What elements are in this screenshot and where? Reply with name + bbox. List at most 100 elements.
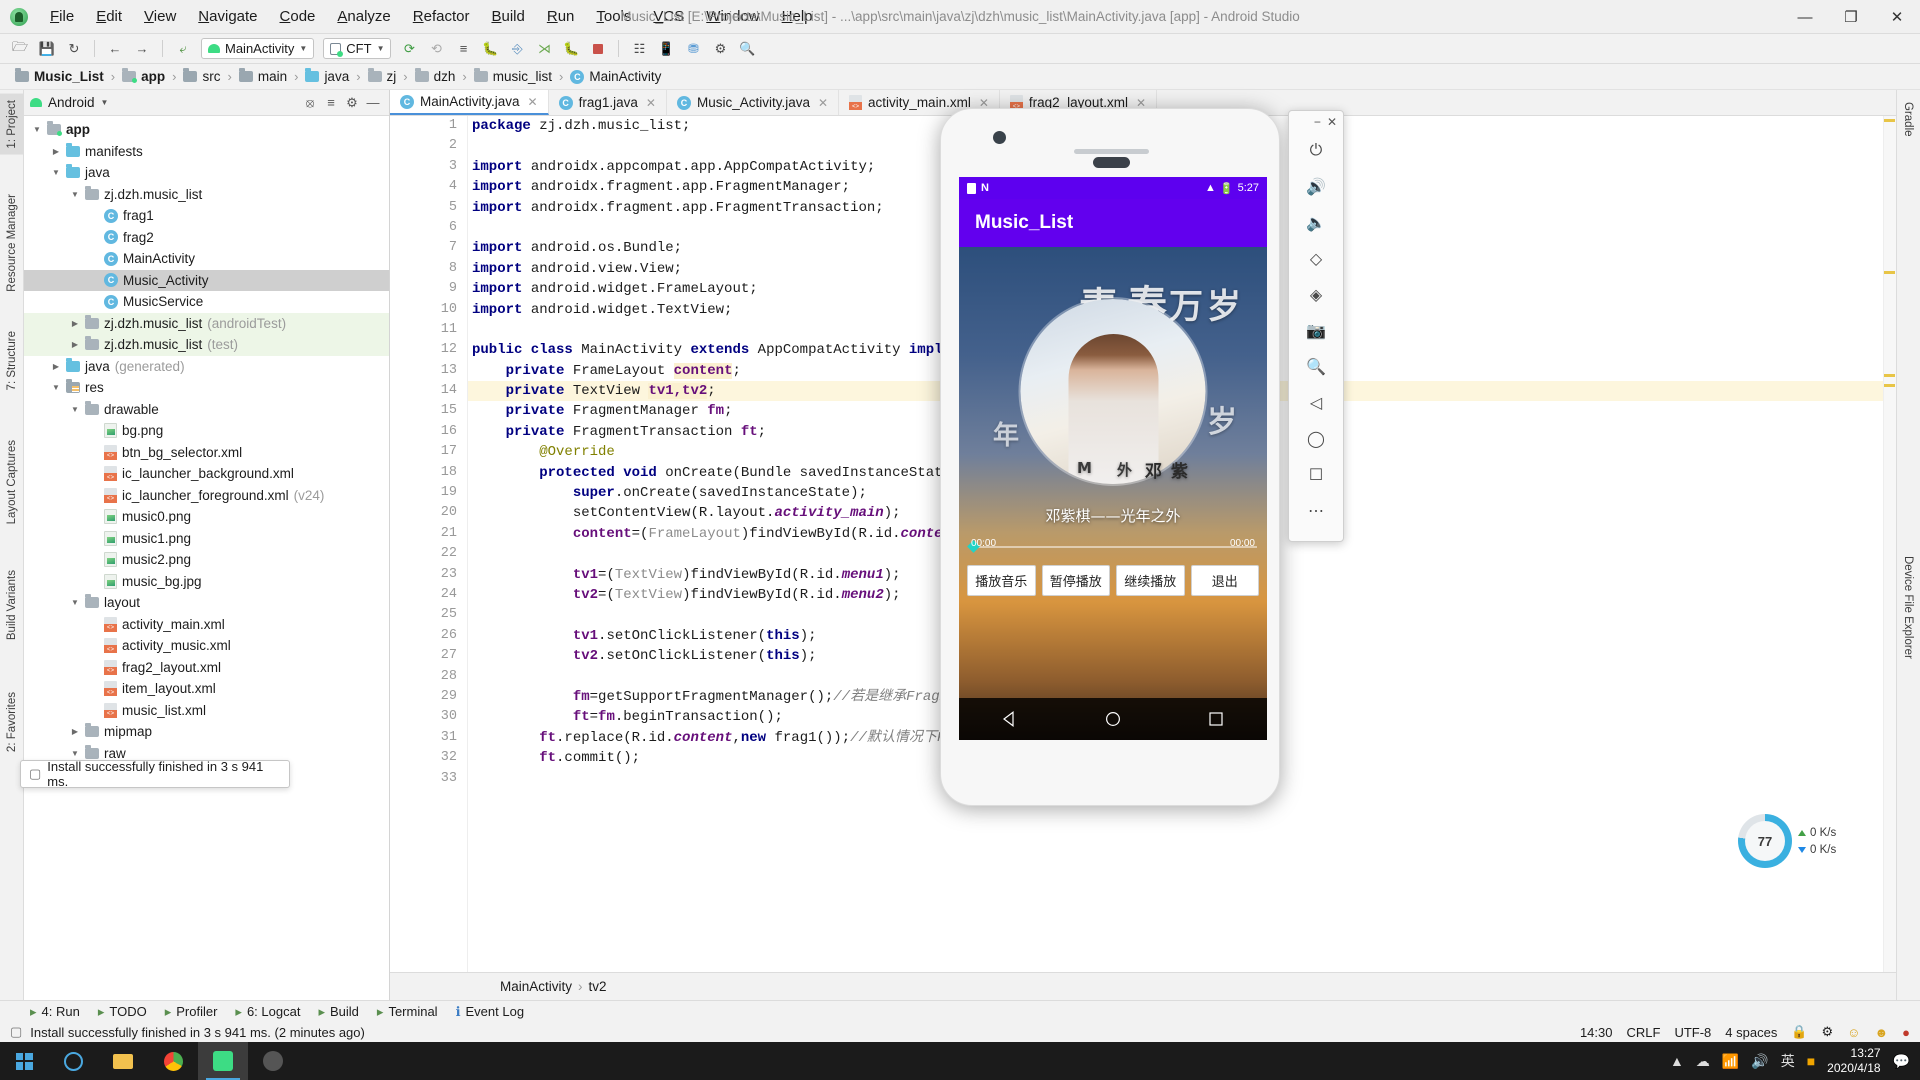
save-icon[interactable]: 💾 [35, 38, 59, 60]
tool-window-build[interactable]: ▸ Build [318, 1004, 358, 1020]
avd-manager-icon[interactable]: 📱 [654, 38, 678, 60]
back-icon[interactable]: ← [103, 38, 127, 60]
expand-arrow-icon[interactable]: ▼ [70, 598, 80, 607]
tree-node[interactable]: music_bg.jpg [24, 571, 389, 593]
chevron-down-icon[interactable]: ▼ [101, 98, 109, 107]
home-icon[interactable] [1104, 710, 1122, 728]
forward-icon[interactable]: → [130, 38, 154, 60]
menu-item-run[interactable]: Run [537, 4, 585, 29]
tool-window-logcat[interactable]: ▸ 6: Logcat [235, 1004, 300, 1020]
breadcrumb-item-mainactivity[interactable]: C MainActivity [567, 68, 664, 85]
emulator-close-button[interactable]: ✕ [1327, 115, 1337, 129]
rotate-right-icon[interactable]: ◈ [1298, 277, 1334, 313]
maximize-button[interactable]: ❐ [1828, 0, 1874, 34]
home-icon[interactable]: ◯ [1298, 421, 1334, 457]
expand-arrow-icon[interactable]: ▼ [70, 190, 80, 199]
expand-arrow-icon[interactable]: ▶ [51, 362, 61, 371]
settings-icon[interactable]: ⚙ [342, 93, 362, 113]
search-icon[interactable]: 🔍 [735, 38, 759, 60]
file-encoding[interactable]: UTF-8 [1674, 1025, 1711, 1040]
tree-node[interactable]: ▼ java [24, 162, 389, 184]
chevron-up-icon[interactable]: ▲ [1670, 1053, 1684, 1069]
menu-item-tools[interactable]: Tools [586, 4, 641, 29]
minimize-button[interactable]: — [1782, 0, 1828, 34]
face-icon[interactable]: ☻ [1874, 1025, 1888, 1040]
tool-strip-layoutcaptures[interactable]: Layout Captures [0, 434, 24, 530]
error-icon[interactable]: ● [1902, 1025, 1910, 1040]
expand-arrow-icon[interactable]: ▼ [51, 383, 61, 392]
menu-item-file[interactable]: File [40, 4, 84, 29]
breadcrumb-item-java[interactable]: java [302, 68, 352, 85]
tree-node[interactable]: ▶ java (generated) [24, 356, 389, 378]
tree-node[interactable]: music_list.xml [24, 700, 389, 722]
tree-node[interactable]: bg.png [24, 420, 389, 442]
editor-tab-mainactivity-java[interactable]: C MainActivity.java ✕ [390, 90, 549, 115]
emulator-minimize-button[interactable]: − [1314, 115, 1321, 129]
locate-icon[interactable]: ⦻ [300, 93, 320, 113]
seek-bar[interactable]: 00:00 00:00 [967, 538, 1257, 554]
tree-node[interactable]: ▼ zj.dzh.music_list [24, 184, 389, 206]
breadcrumb-item-music_list[interactable]: music_list [471, 68, 555, 85]
tree-node[interactable]: Cfrag1 [24, 205, 389, 227]
hide-icon[interactable]: — [363, 93, 383, 113]
tool-window-todo[interactable]: ▸ TODO [98, 1004, 147, 1020]
close-tab-icon[interactable]: ✕ [646, 96, 656, 110]
tray-app-icon[interactable]: ■ [1807, 1053, 1815, 1069]
expand-arrow-icon[interactable]: ▶ [51, 147, 61, 156]
tree-node[interactable]: ▼ drawable [24, 399, 389, 421]
tree-node[interactable]: C Music_Activity [24, 269, 389, 291]
editor-breadcrumb-field[interactable]: tv2 [589, 979, 607, 994]
breadcrumb-item-src[interactable]: src [180, 68, 223, 85]
project-tree[interactable]: ▼ app ▶ manifests ▼ java ▼ zj.dzh.music_list Cfr… [24, 116, 389, 786]
back-icon[interactable] [1001, 710, 1019, 728]
tree-node[interactable]: ▼ res [24, 377, 389, 399]
more-icon[interactable]: ⋯ [1298, 493, 1334, 529]
tree-node[interactable]: item_layout.xml [24, 678, 389, 700]
profiler-icon[interactable]: ⎆ [505, 38, 529, 60]
volume-down-icon[interactable]: 🔈 [1298, 205, 1334, 241]
sdk-manager-icon[interactable]: ⛃ [681, 38, 705, 60]
cloud-icon[interactable]: ☁ [1696, 1053, 1710, 1070]
tool-strip-devicefileexplorer[interactable]: Device File Explorer [1896, 550, 1920, 665]
menu-item-view[interactable]: View [134, 4, 186, 29]
tree-node[interactable]: ▼ layout [24, 592, 389, 614]
breadcrumb-item-app[interactable]: app [119, 68, 168, 85]
notification-icon[interactable]: 💬 [1893, 1053, 1910, 1070]
editor-scrollbar[interactable] [1883, 116, 1896, 972]
breadcrumb-item-main[interactable]: main [236, 68, 290, 85]
run-configuration-selector[interactable]: MainActivity ▼ [201, 38, 315, 59]
tree-node[interactable]: music0.png [24, 506, 389, 528]
breadcrumb-item-music_list[interactable]: Music_List [12, 68, 107, 85]
tool-strip-structure[interactable]: 7: Structure [0, 325, 24, 396]
expand-arrow-icon[interactable]: ▼ [70, 405, 80, 414]
file-explorer-icon[interactable] [98, 1042, 148, 1080]
tree-node[interactable]: ▶ zj.dzh.music_list (test) [24, 334, 389, 356]
android-emulator[interactable]: N ▲ 🔋 5:27 Music_List 青 春 万 岁 [940, 108, 1280, 808]
tool-strip-favorites[interactable]: 2: Favorites [0, 686, 24, 758]
windows-start-icon[interactable] [0, 1042, 48, 1080]
tool-window-profiler[interactable]: ▸ Profiler [165, 1004, 218, 1020]
expand-arrow-icon[interactable]: ▼ [32, 125, 42, 134]
menu-item-navigate[interactable]: Navigate [188, 4, 267, 29]
tree-node[interactable]: ic_launcher_background.xml [24, 463, 389, 485]
editor-tab-music_activity-java[interactable]: C Music_Activity.java ✕ [667, 90, 840, 115]
debug-attach-icon[interactable]: 🐛 [559, 38, 583, 60]
menu-item-help[interactable]: Help [772, 4, 823, 29]
play-music-button[interactable]: 播放音乐 [967, 565, 1036, 596]
attach-debugger-icon[interactable]: ⋊ [532, 38, 556, 60]
emulator-tool-panel[interactable]: − ✕ ⏻ 🔊 🔈 ◇ ◈ 📷 🔍 ◁ ◯ ☐ ⋯ [1288, 110, 1344, 542]
reformat-icon[interactable]: ≡ [451, 38, 475, 60]
volume-icon[interactable]: 🔊 [1751, 1053, 1768, 1070]
install-toast[interactable]: ▢ Install successfully finished in 3 s 9… [20, 759, 290, 789]
tree-node[interactable]: ▶ zj.dzh.music_list (androidTest) [24, 312, 389, 334]
tree-node[interactable]: ▶ mipmap [24, 721, 389, 743]
tool-strip-buildvariants[interactable]: Build Variants [0, 564, 24, 646]
exit-button[interactable]: 退出 [1190, 565, 1259, 596]
expand-arrow-icon[interactable]: ▼ [70, 749, 80, 758]
tool-window-run[interactable]: ▸ 4: Run [30, 1004, 80, 1020]
ime-indicator[interactable]: 英 [1781, 1051, 1795, 1071]
overview-icon[interactable]: ☐ [1298, 457, 1334, 493]
line-separator[interactable]: CRLF [1626, 1025, 1660, 1040]
expand-arrow-icon[interactable]: ▶ [70, 340, 80, 349]
music-app-icon[interactable] [248, 1042, 298, 1080]
